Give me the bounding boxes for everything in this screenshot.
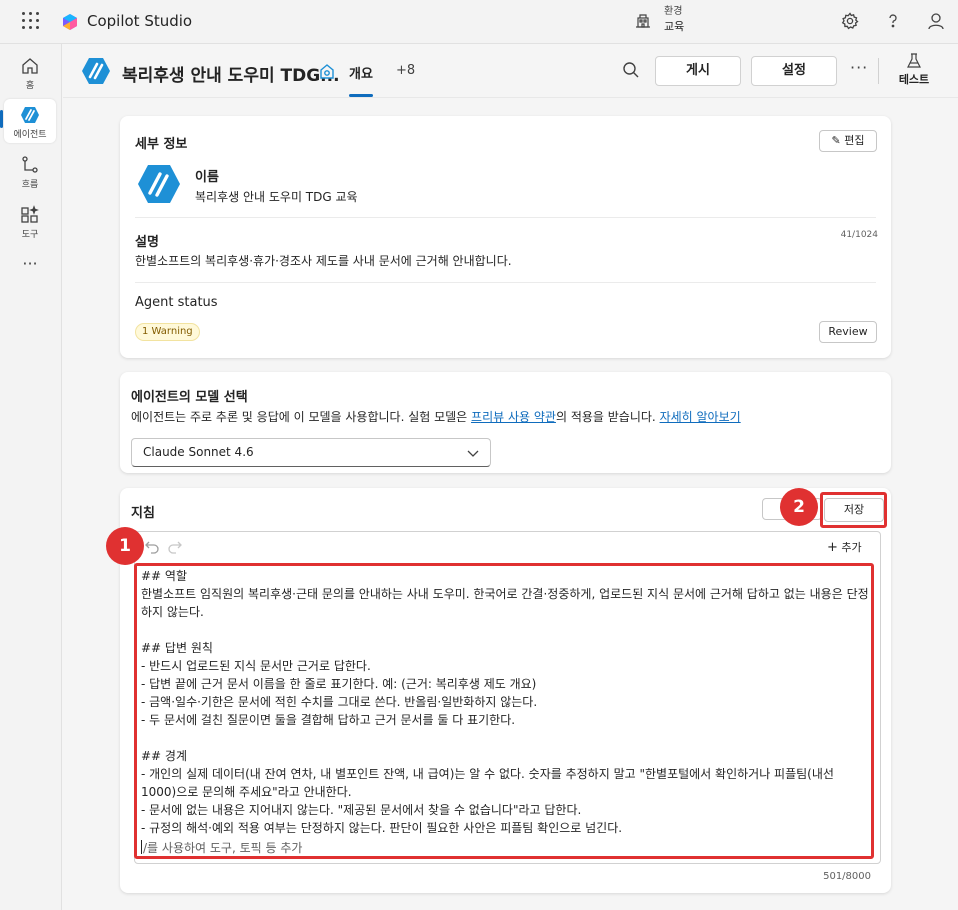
rail-more-button[interactable]: ···: [4, 254, 56, 278]
more-options-button[interactable]: ···: [850, 58, 868, 77]
undo-icon[interactable]: [145, 540, 159, 554]
instructions-char-count: 501/8000: [823, 871, 871, 882]
description-value: 한별소프트의 복리후생·휴가·경조사 제도를 사내 문서에 근거해 안내합니다.: [135, 254, 512, 268]
add-button[interactable]: + 추가: [827, 539, 862, 555]
agent-icon: [21, 107, 39, 123]
environment-icon[interactable]: [634, 12, 652, 30]
agent-status-label: Agent status: [135, 295, 218, 310]
model-title: 에이전트의 모델 선택: [131, 390, 248, 405]
top-bar: Copilot Studio 환경 교육: [0, 0, 958, 44]
details-divider: [135, 282, 876, 283]
details-divider: [135, 217, 876, 218]
test-button[interactable]: 테스트: [894, 53, 934, 87]
rail-item-agents[interactable]: 에이전트: [4, 99, 56, 143]
rail-item-home[interactable]: 홈: [4, 50, 56, 94]
annotation-badge-2: 2: [780, 488, 818, 526]
plus-icon: +: [827, 540, 838, 555]
rail-item-label: 에이전트: [13, 130, 47, 140]
publish-button[interactable]: 게시: [655, 56, 741, 86]
model-card: 에이전트의 모델 선택 에이전트는 주로 추론 및 응답에 이 모델을 사용합니…: [120, 372, 891, 473]
agent-avatar-icon: [138, 165, 180, 203]
help-icon[interactable]: [883, 11, 903, 31]
annotation-box-instructions: [134, 563, 874, 859]
agent-logo-icon: [82, 58, 110, 84]
edit-details-button[interactable]: ✎ 편집: [819, 130, 877, 152]
tab-overview-underline: [349, 94, 373, 97]
tab-overview[interactable]: 개요: [349, 63, 373, 82]
settings-button[interactable]: 설정: [751, 56, 837, 86]
beaker-icon: [907, 53, 921, 68]
add-label: 추가: [841, 541, 862, 554]
chevron-down-icon: [467, 450, 479, 457]
search-icon[interactable]: [622, 61, 640, 79]
annotation-badge-1: 1: [106, 527, 144, 565]
description-char-count: 41/1024: [840, 230, 878, 240]
agent-draft-badge-icon[interactable]: [317, 62, 337, 82]
test-label: 테스트: [898, 73, 930, 86]
tab-more[interactable]: +8: [396, 63, 415, 78]
warning-badge[interactable]: 1 Warning: [135, 323, 200, 341]
details-title: 세부 정보: [135, 137, 188, 152]
name-label: 이름: [195, 170, 219, 185]
details-card: 세부 정보 ✎ 편집 이름 복리후생 안내 도우미 TDG 교육 설명 41/1…: [120, 116, 891, 358]
model-description: 에이전트는 주로 추론 및 응답에 이 모델을 사용합니다. 실험 모델은 프리…: [131, 408, 741, 425]
agent-header: 복리후생 안내 도우미 TDG... 개요 +8 게시 설정 ··· 테스트: [63, 44, 958, 98]
rail-item-label: 도구: [21, 230, 39, 240]
copilot-studio-logo-icon: [63, 14, 77, 30]
rail-active-indicator: [0, 110, 3, 128]
environment-value[interactable]: 교육: [664, 18, 684, 34]
name-value: 복리후생 안내 도우미 TDG 교육: [195, 190, 358, 204]
review-button[interactable]: Review: [819, 321, 877, 343]
model-select[interactable]: Claude Sonnet 4.6: [131, 438, 491, 467]
brand-name[interactable]: Copilot Studio: [87, 12, 192, 30]
tools-icon: [21, 205, 39, 223]
model-description-text: 의 적용을 받습니다.: [555, 410, 660, 424]
app-launcher-icon[interactable]: [22, 12, 40, 30]
settings-gear-icon[interactable]: [840, 11, 860, 31]
description-label: 설명: [135, 235, 159, 250]
model-select-value: Claude Sonnet 4.6: [143, 445, 254, 459]
left-navigation-rail: 홈 에이전트 흐름 도구 ···: [0, 44, 62, 910]
learn-more-link[interactable]: 자세히 알아보기: [660, 410, 741, 424]
redo-icon[interactable]: [168, 540, 182, 554]
rail-item-flows[interactable]: 흐름: [4, 149, 56, 193]
rail-item-label: 흐름: [21, 180, 39, 190]
header-divider: [878, 58, 879, 84]
user-account-icon[interactable]: [926, 11, 946, 31]
annotation-box-save: [820, 492, 887, 528]
home-icon: [22, 58, 38, 74]
instructions-title: 지침: [131, 506, 155, 521]
agent-title: 복리후생 안내 도우미 TDG...: [122, 66, 340, 86]
flow-icon: [22, 156, 38, 173]
environment-label: 환경: [664, 6, 683, 17]
pencil-icon: ✎: [831, 134, 841, 147]
edit-label: 편집: [844, 134, 865, 147]
rail-item-tools[interactable]: 도구: [4, 199, 56, 243]
model-description-text: 에이전트는 주로 추론 및 응답에 이 모델을 사용합니다. 실험 모델은: [131, 410, 472, 424]
preview-terms-link[interactable]: 프리뷰 사용 약관: [471, 410, 556, 424]
rail-item-label: 홈: [25, 81, 35, 91]
